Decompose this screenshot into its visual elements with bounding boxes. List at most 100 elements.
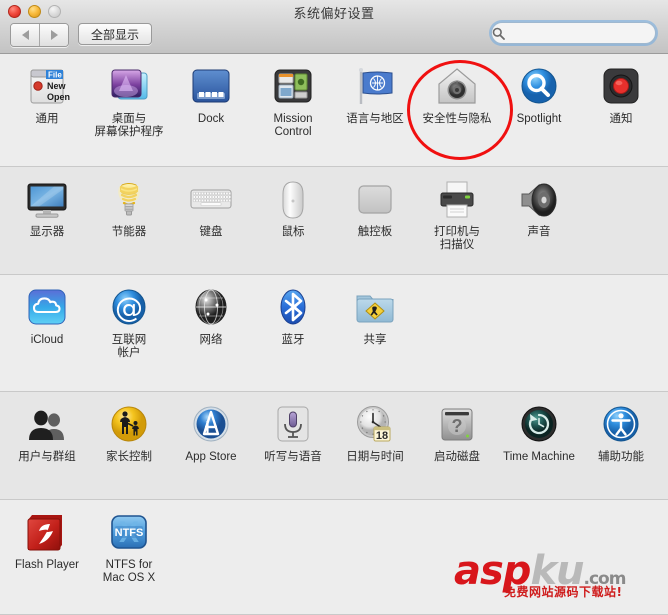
pref-pane-label: 节能器 — [111, 226, 147, 238]
pref-pane-label: 用户与群组 — [18, 451, 76, 463]
svg-text:@: @ — [115, 291, 143, 324]
pref-pane-label: 共享 — [363, 334, 387, 346]
chevron-left-icon — [21, 30, 29, 40]
search-input[interactable] — [505, 26, 668, 40]
pref-pane-label: Mission Control — [273, 113, 313, 138]
pref-pane-label: 辅助功能 — [598, 451, 644, 463]
back-button[interactable] — [11, 24, 39, 46]
pref-pane-internet-accounts-at[interactable]: @ 互联网 帐户 — [88, 275, 170, 360]
pref-pane-mission-control[interactable]: Mission Control — [252, 54, 334, 139]
ntfs-mac-icon: X NTFS — [106, 510, 152, 556]
language-region-flag-icon — [352, 64, 398, 110]
svg-text:18: 18 — [376, 430, 388, 442]
pref-pane-date-time-clock[interactable]: 18 日期与时间 — [334, 392, 416, 464]
accessibility-icon — [598, 402, 644, 448]
pref-pane-label: iCloud — [30, 334, 64, 346]
pref-pane-label: NTFS for Mac OS X — [102, 559, 156, 584]
pref-pane-label: 互联网 帐户 — [111, 334, 147, 359]
sharing-folder-icon — [352, 285, 398, 331]
pref-pane-flash-player[interactable]: Flash Player — [6, 500, 88, 585]
pref-pane-sound-speaker[interactable]: 声音 — [498, 167, 580, 252]
parental-controls-icon — [106, 402, 152, 448]
pref-pane-mouse[interactable]: 鼠标 — [252, 167, 334, 252]
date-time-clock-icon: 18 — [352, 402, 398, 448]
svg-text:?: ? — [452, 416, 463, 436]
svg-text:NTFS: NTFS — [115, 527, 144, 539]
pref-pane-dictation-speech-mic[interactable]: 听写与语音 — [252, 392, 334, 464]
pref-pane-sharing-folder[interactable]: 共享 — [334, 275, 416, 360]
app-store-icon — [188, 402, 234, 448]
forward-button[interactable] — [39, 24, 68, 46]
preferences-row-items: 显示器 节能器 键盘 鼠标 触控板 打印机与 扫描仪 声音 — [6, 167, 668, 252]
pref-pane-label: 桌面与 屏幕保护程序 — [94, 113, 164, 138]
users-groups-icon — [24, 402, 70, 448]
pref-pane-label: 鼠标 — [281, 226, 305, 238]
internet-accounts-at-icon: @ — [106, 285, 152, 331]
pref-pane-app-store[interactable]: App Store — [170, 392, 252, 464]
svg-text:New: New — [47, 81, 67, 91]
pref-pane-startup-disk[interactable]: ? 启动磁盘 — [416, 392, 498, 464]
pref-pane-label: 听写与语音 — [264, 451, 322, 463]
icloud-icon — [24, 285, 70, 331]
pref-pane-dock[interactable]: Dock — [170, 54, 252, 139]
dictation-speech-mic-icon — [270, 402, 316, 448]
show-all-button[interactable]: 全部显示 — [78, 23, 153, 45]
pref-pane-general-window[interactable]: File New Open 通用 — [6, 54, 88, 139]
startup-disk-icon: ? — [434, 402, 480, 448]
pref-pane-label: 家长控制 — [106, 451, 152, 463]
pref-pane-bluetooth[interactable]: 蓝牙 — [252, 275, 334, 360]
chevron-right-icon — [50, 30, 58, 40]
pref-pane-parental-controls[interactable]: 家长控制 — [88, 392, 170, 464]
pref-pane-trackpad[interactable]: 触控板 — [334, 167, 416, 252]
pref-pane-label: 安全性与隐私 — [422, 113, 492, 125]
pref-pane-network-globe[interactable]: 网络 — [170, 275, 252, 360]
preferences-row-0: File New Open 通用 桌面与 屏幕保护程序 Dock Mission… — [0, 54, 668, 167]
pref-pane-label: Time Machine — [503, 451, 575, 463]
flash-player-icon — [24, 510, 70, 556]
energy-saver-bulb-icon — [106, 177, 152, 223]
pref-pane-spotlight-magnifier[interactable]: Spotlight — [498, 54, 580, 139]
pref-pane-label: 打印机与 扫描仪 — [434, 226, 480, 251]
pref-pane-label: 日期与时间 — [346, 451, 404, 463]
security-privacy-house-icon — [434, 64, 480, 110]
pref-pane-icloud[interactable]: iCloud — [6, 275, 88, 360]
general-window-icon: File New Open — [24, 64, 70, 110]
search-field[interactable] — [491, 22, 668, 44]
pref-pane-energy-saver-bulb[interactable]: 节能器 — [88, 167, 170, 252]
pref-pane-desktop-screensaver[interactable]: 桌面与 屏幕保护程序 — [88, 54, 170, 139]
pref-pane-notifications[interactable]: 通知 — [580, 54, 662, 139]
pref-pane-label: 键盘 — [199, 226, 223, 238]
preferences-row-items: File New Open 通用 桌面与 屏幕保护程序 Dock Mission… — [6, 54, 668, 139]
preferences-grid: File New Open 通用 桌面与 屏幕保护程序 Dock Mission… — [0, 54, 668, 615]
pref-pane-label: 声音 — [527, 226, 551, 238]
pref-pane-printers-scanners[interactable]: 打印机与 扫描仪 — [416, 167, 498, 252]
svg-text:File: File — [48, 71, 62, 80]
svg-text:Open: Open — [47, 92, 70, 102]
search-icon — [492, 27, 505, 40]
pref-pane-ntfs-mac[interactable]: X NTFS NTFS for Mac OS X — [88, 500, 170, 585]
pref-pane-label: App Store — [185, 451, 237, 463]
sound-speaker-icon — [516, 177, 562, 223]
pref-pane-label: 启动磁盘 — [434, 451, 480, 463]
printers-scanners-icon — [434, 177, 480, 223]
notifications-icon — [598, 64, 644, 110]
pref-pane-keyboard[interactable]: 键盘 — [170, 167, 252, 252]
pref-pane-users-groups[interactable]: 用户与群组 — [6, 392, 88, 464]
pref-pane-label: 网络 — [199, 334, 223, 346]
pref-pane-label: 显示器 — [29, 226, 65, 238]
pref-pane-time-machine[interactable]: Time Machine — [498, 392, 580, 464]
window-titlebar: 系统偏好设置 全部显示 — [0, 0, 668, 54]
bluetooth-icon — [270, 285, 316, 331]
pref-pane-label: Dock — [197, 113, 225, 125]
window-title: 系统偏好设置 — [293, 6, 375, 21]
pref-pane-language-region-flag[interactable]: 语言与地区 — [334, 54, 416, 139]
pref-pane-label: 蓝牙 — [281, 334, 305, 346]
network-globe-icon — [188, 285, 234, 331]
mouse-icon — [270, 177, 316, 223]
pref-pane-label: 通知 — [609, 113, 633, 125]
pref-pane-displays-monitor[interactable]: 显示器 — [6, 167, 88, 252]
preferences-row-items: 用户与群组 家长控制 App Store 听写与语音 18 日期与时间 ? 启动… — [6, 392, 668, 464]
pref-pane-security-privacy-house[interactable]: 安全性与隐私 — [416, 54, 498, 139]
spotlight-magnifier-icon — [516, 64, 562, 110]
pref-pane-accessibility[interactable]: 辅助功能 — [580, 392, 662, 464]
